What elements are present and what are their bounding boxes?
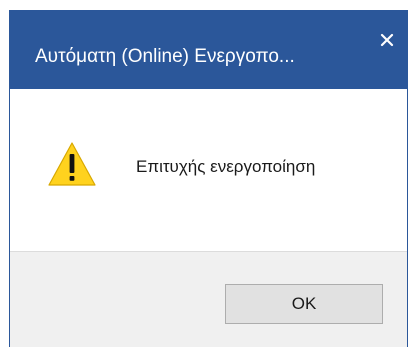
activation-dialog: Αυτόματη (Online) Ενεργοπο... Επιτυχής ε…	[9, 10, 408, 347]
footer-divider	[10, 251, 407, 252]
dialog-content: Επιτυχής ενεργοποίηση	[10, 89, 407, 251]
ok-button[interactable]: OK	[225, 284, 383, 324]
screen: Αυτόματη (Online) Ενεργοπο... Επιτυχής ε…	[0, 0, 417, 347]
title-bar[interactable]: Αυτόματη (Online) Ενεργοπο...	[10, 10, 407, 89]
close-button[interactable]	[373, 26, 401, 54]
warning-icon	[48, 142, 96, 186]
dialog-title: Αυτόματη (Online) Ενεργοπο...	[35, 46, 295, 67]
close-icon	[380, 33, 394, 47]
message-text: Επιτυχής ενεργοποίηση	[136, 157, 316, 176]
